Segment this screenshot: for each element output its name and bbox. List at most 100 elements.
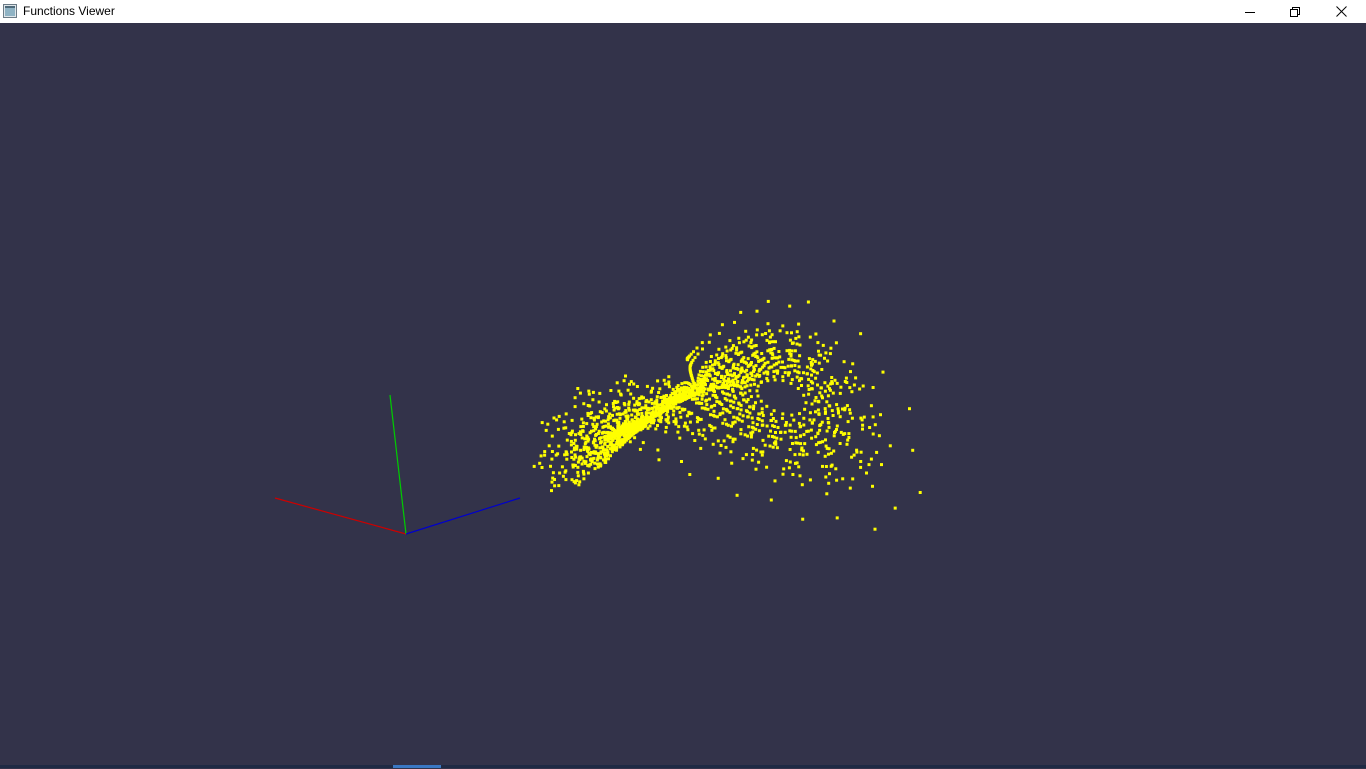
point xyxy=(756,394,760,398)
point xyxy=(640,406,644,410)
point xyxy=(760,352,764,355)
point xyxy=(713,362,717,366)
point xyxy=(744,409,748,413)
point xyxy=(801,453,805,457)
point xyxy=(590,429,593,433)
point xyxy=(841,477,845,481)
point xyxy=(737,336,741,340)
point xyxy=(589,416,593,420)
point xyxy=(745,400,749,404)
point xyxy=(807,388,811,391)
point xyxy=(696,379,700,383)
point xyxy=(674,420,678,424)
point xyxy=(805,429,809,433)
point xyxy=(641,441,645,445)
close-button[interactable] xyxy=(1318,0,1364,23)
minimize-button[interactable] xyxy=(1227,0,1273,23)
point xyxy=(871,484,874,488)
point xyxy=(696,352,700,356)
point xyxy=(705,392,709,396)
point xyxy=(757,369,761,373)
point xyxy=(598,462,602,466)
point xyxy=(824,351,828,355)
point xyxy=(858,387,862,391)
point xyxy=(793,429,797,433)
point xyxy=(771,435,774,438)
point xyxy=(672,395,676,399)
point xyxy=(784,459,788,463)
point xyxy=(695,346,699,350)
point xyxy=(862,415,866,419)
point xyxy=(676,388,680,392)
point xyxy=(789,435,793,439)
point xyxy=(615,381,619,385)
point xyxy=(719,356,723,360)
point xyxy=(622,379,626,383)
point xyxy=(706,407,710,411)
point xyxy=(754,467,758,471)
maximize-button[interactable] xyxy=(1272,0,1318,23)
point xyxy=(791,473,795,476)
point xyxy=(710,428,714,432)
point xyxy=(573,396,577,400)
point xyxy=(747,378,750,382)
point xyxy=(641,414,644,418)
point xyxy=(773,378,777,382)
point xyxy=(778,355,782,359)
point xyxy=(624,420,628,424)
point xyxy=(783,371,787,375)
point xyxy=(579,448,583,452)
point xyxy=(762,371,766,375)
point xyxy=(893,506,897,510)
point xyxy=(861,423,865,427)
point xyxy=(550,489,553,493)
point xyxy=(816,450,820,454)
point xyxy=(800,483,804,487)
point xyxy=(766,370,770,374)
point xyxy=(810,421,814,425)
point xyxy=(766,322,770,326)
point xyxy=(755,333,759,337)
point xyxy=(616,420,620,424)
point xyxy=(739,370,743,374)
point xyxy=(797,335,801,339)
point xyxy=(795,461,799,465)
3d-viewport[interactable] xyxy=(0,23,1366,765)
point xyxy=(750,374,754,378)
point xyxy=(783,430,787,434)
point xyxy=(719,444,723,447)
point xyxy=(717,347,721,351)
point xyxy=(724,386,728,390)
point xyxy=(726,387,730,390)
point xyxy=(695,416,699,420)
point xyxy=(775,446,779,450)
point xyxy=(676,394,680,398)
point xyxy=(616,407,620,411)
point xyxy=(644,404,648,408)
point xyxy=(576,470,580,474)
point xyxy=(729,404,733,408)
point xyxy=(565,457,569,461)
point xyxy=(784,421,788,424)
point xyxy=(818,391,822,395)
point xyxy=(688,420,692,424)
point xyxy=(821,343,825,347)
point xyxy=(721,421,725,425)
point xyxy=(573,405,577,409)
point xyxy=(682,424,686,428)
point xyxy=(830,380,834,384)
point xyxy=(624,374,627,378)
point xyxy=(828,388,832,392)
point xyxy=(578,480,582,484)
point xyxy=(819,386,823,390)
point xyxy=(811,358,815,362)
point xyxy=(630,418,634,422)
z-axis-line xyxy=(405,497,521,535)
point xyxy=(622,402,626,405)
point xyxy=(746,357,750,361)
title-bar[interactable]: Functions Viewer xyxy=(0,0,1366,23)
point xyxy=(731,422,735,426)
point xyxy=(656,379,660,383)
point xyxy=(747,425,751,429)
attractor-plot[interactable] xyxy=(0,23,1366,765)
